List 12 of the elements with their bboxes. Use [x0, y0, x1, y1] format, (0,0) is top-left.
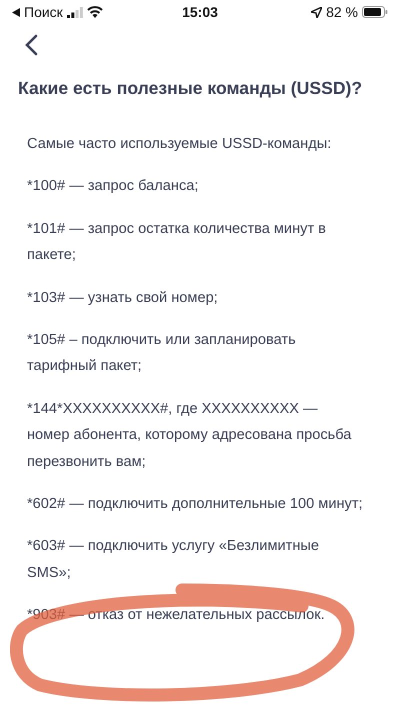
paragraph: *100# — запрос баланса; — [27, 177, 200, 196]
paragraph: *103# — узнать свой номер; — [27, 288, 219, 308]
paragraph: *101# — запрос остатка количества минут в пакете; — [27, 220, 327, 266]
back-link[interactable]: Поиск — [24, 4, 63, 20]
paragraph: *602# — подключить дополнительные 100 минут; — [27, 495, 364, 514]
battery-percentage: 82 % — [326, 4, 358, 20]
paragraph: *144*ХХХХХХХХХХ#, где ХХХХХХХХХХ — номер абонента, которому адресована просьба перезвонить вам; — [27, 400, 352, 472]
page-title: Какие есть полезные команды (USSD)? — [18, 78, 364, 99]
clock-time: 15:03 — [182, 4, 218, 20]
paragraph: Самые часто используемые USSD-команды: — [27, 135, 332, 154]
paragraph: *105# – подключить или запланировать тарифный пакет; — [27, 331, 297, 376]
paragraph: *603# — подключить услугу «Безлимитные SMS»; — [27, 537, 320, 583]
